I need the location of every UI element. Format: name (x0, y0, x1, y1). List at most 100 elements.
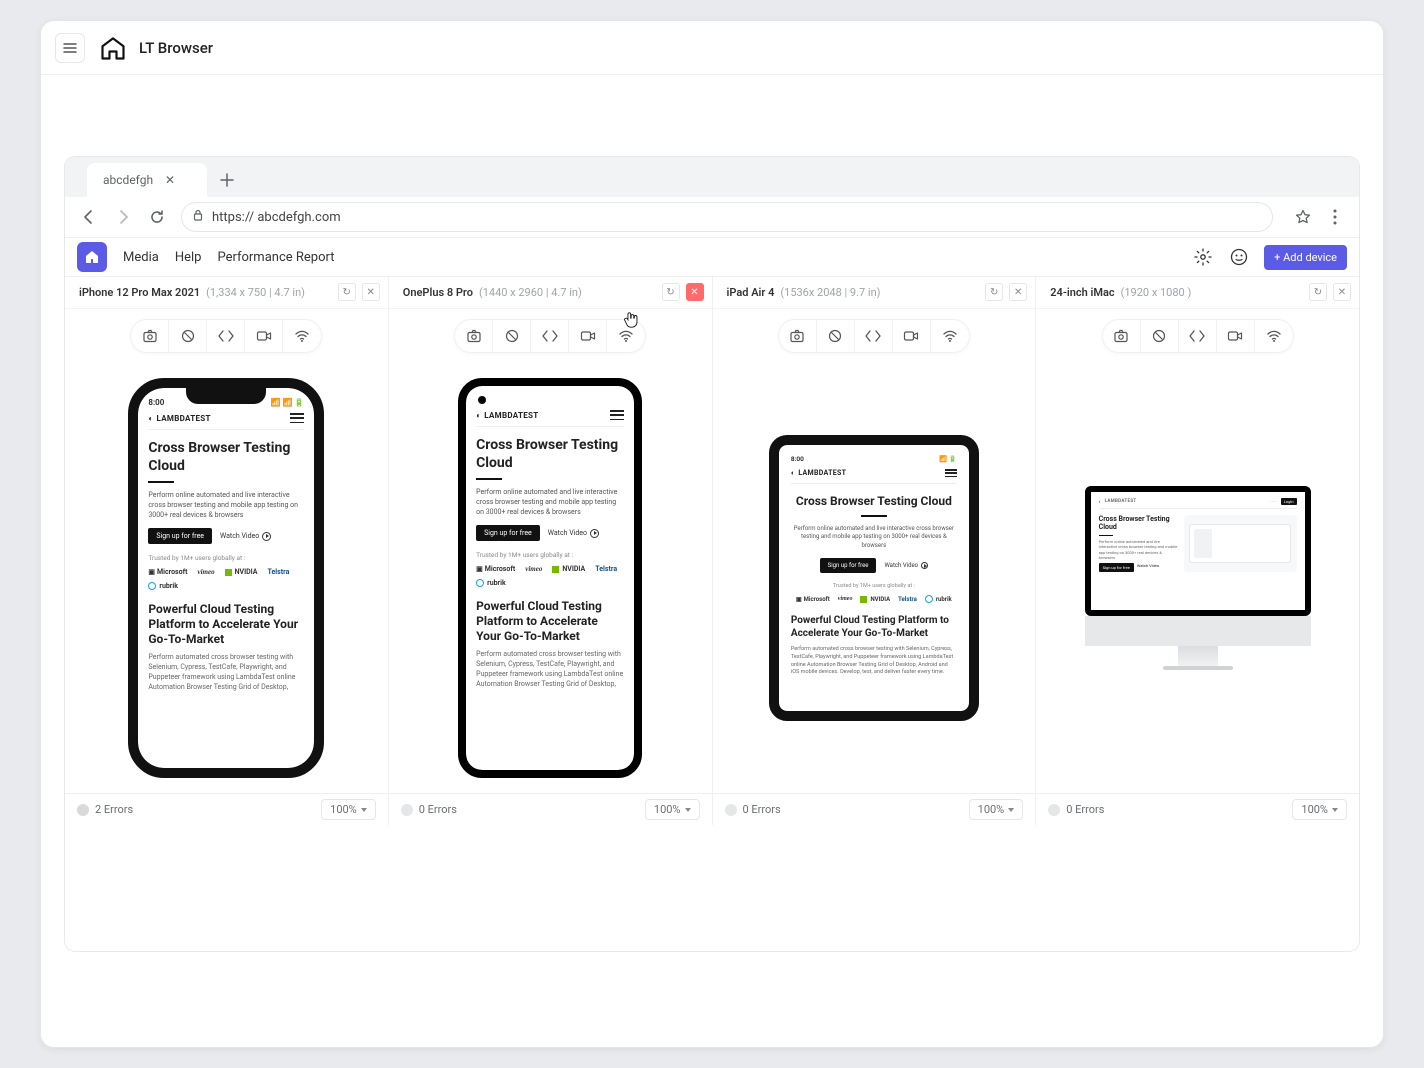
add-device-button[interactable]: + Add device (1264, 245, 1347, 270)
network-button[interactable] (931, 320, 969, 352)
device-panel-imac: 24-inch iMac (1920 x 1080 ) ↻ ✕ (1036, 277, 1359, 825)
devtools-button[interactable] (1179, 320, 1217, 352)
device-footer: 2 Errors 100% (65, 793, 388, 825)
menu-help[interactable]: Help (175, 250, 202, 265)
workspace-toolbar: Media Help Performance Report + Add devi… (65, 237, 1359, 277)
site-brand: ◐ LAMBDATEST (791, 469, 846, 477)
error-count[interactable]: 0 Errors (725, 803, 781, 816)
close-device-button[interactable]: ✕ (1009, 283, 1027, 301)
close-tab-button[interactable]: ✕ (163, 173, 177, 187)
settings-button[interactable] (1192, 246, 1214, 268)
video-icon (580, 328, 596, 344)
screenshot-button[interactable] (779, 320, 817, 352)
wifi-icon (942, 328, 958, 344)
close-device-button[interactable]: ✕ (362, 283, 380, 301)
code-icon (1188, 328, 1206, 344)
oneplus-frame[interactable]: ◐ LAMBDATEST Cross Browser Testing Cloud… (458, 378, 642, 778)
chevron-down-icon (1008, 808, 1014, 812)
block-icon (1151, 328, 1167, 344)
menu-media[interactable]: Media (123, 250, 159, 265)
zoom-select[interactable]: 100% (969, 799, 1024, 820)
block-button[interactable] (169, 320, 207, 352)
hamburger-icon (63, 41, 77, 55)
devtools-button[interactable] (855, 320, 893, 352)
camera-icon (466, 328, 482, 344)
devtools-button[interactable] (207, 320, 245, 352)
rotate-device-button[interactable]: ↻ (662, 283, 680, 301)
device-panel-iphone: iPhone 12 Pro Max 2021 (1,334 x 750 | 4.… (65, 277, 389, 825)
browser-menu-button[interactable] (1325, 207, 1345, 227)
menu-performance-report[interactable]: Performance Report (217, 250, 334, 265)
ipad-frame[interactable]: 8:00📶 🔋 ◐ LAMBDATEST Cross Browser Testi… (769, 435, 979, 721)
block-button[interactable] (1141, 320, 1179, 352)
block-button[interactable] (493, 320, 531, 352)
url-input[interactable]: https:// abcdefgh.com (181, 202, 1273, 232)
network-button[interactable] (1255, 320, 1293, 352)
camera-icon (142, 328, 158, 344)
site-content: ◐ LAMBDATEST · · · · Login Cross Browser… (1091, 492, 1305, 610)
close-device-button[interactable]: ✕ (686, 283, 704, 301)
forward-button[interactable] (113, 207, 133, 227)
back-button[interactable] (79, 207, 99, 227)
iphone-frame[interactable]: 8:00📶 📶 🔋 ◐ LAMBDATEST Cross Browser Tes… (128, 378, 324, 778)
plus-icon (220, 173, 234, 187)
network-button[interactable] (607, 320, 645, 352)
browser-tab[interactable]: abcdefgh ✕ (87, 163, 207, 197)
site-menu-icon (945, 469, 957, 477)
new-tab-button[interactable] (213, 166, 241, 194)
record-button[interactable] (1217, 320, 1255, 352)
code-icon (864, 328, 882, 344)
video-icon (903, 328, 919, 344)
imac-frame[interactable]: ◐ LAMBDATEST · · · · Login Cross Browser… (1085, 486, 1311, 670)
tab-bar: abcdefgh ✕ (65, 157, 1359, 197)
site-brand: ◐ LAMBDATEST (476, 411, 538, 420)
device-header: iPhone 12 Pro Max 2021 (1,334 x 750 | 4.… (65, 277, 388, 309)
device-footer: 0 Errors 100% (713, 793, 1036, 825)
device-toolbar (389, 309, 712, 363)
record-button[interactable] (245, 320, 283, 352)
wifi-icon (294, 328, 310, 344)
reload-button[interactable] (147, 207, 167, 227)
rotate-device-button[interactable]: ↻ (985, 283, 1003, 301)
zoom-select[interactable]: 100% (645, 799, 700, 820)
bookmark-button[interactable] (1293, 207, 1313, 227)
device-name: iPhone 12 Pro Max 2021 (79, 286, 200, 299)
screenshot-button[interactable] (1103, 320, 1141, 352)
error-count[interactable]: 0 Errors (1048, 803, 1104, 816)
rotate-device-button[interactable]: ↻ (1309, 283, 1327, 301)
device-header: OnePlus 8 Pro (1440 x 2960 | 4.7 in) ↻ ✕ (389, 277, 712, 309)
rotate-device-button[interactable]: ↻ (338, 283, 356, 301)
workspace: abcdefgh ✕ https:// abcdefgh.com (65, 157, 1359, 951)
site-menu-icon (290, 413, 304, 423)
network-button[interactable] (283, 320, 321, 352)
zoom-select[interactable]: 100% (1292, 799, 1347, 820)
record-button[interactable] (569, 320, 607, 352)
record-button[interactable] (893, 320, 931, 352)
play-icon (262, 532, 271, 541)
play-icon (921, 562, 928, 569)
device-panel-oneplus: OnePlus 8 Pro (1440 x 2960 | 4.7 in) ↻ ✕ (389, 277, 713, 825)
code-icon (541, 328, 559, 344)
block-icon (504, 328, 520, 344)
main-menu-button[interactable] (55, 33, 85, 63)
home-button[interactable] (77, 242, 107, 272)
device-header: iPad Air 4 (1536x 2048 | 9.7 in) ↻ ✕ (713, 277, 1036, 309)
zoom-select[interactable]: 100% (321, 799, 376, 820)
error-count[interactable]: 2 Errors (77, 803, 133, 816)
screenshot-button[interactable] (131, 320, 169, 352)
url-text: https:// abcdefgh.com (212, 210, 341, 225)
lock-icon (192, 209, 204, 225)
block-icon (180, 328, 196, 344)
face-icon (1230, 248, 1248, 266)
screenshot-button[interactable] (455, 320, 493, 352)
device-footer: 0 Errors 100% (389, 793, 712, 825)
block-button[interactable] (817, 320, 855, 352)
close-device-button[interactable]: ✕ (1333, 283, 1351, 301)
error-count[interactable]: 0 Errors (401, 803, 457, 816)
device-preview: 8:00📶 🔋 ◐ LAMBDATEST Cross Browser Testi… (713, 363, 1036, 793)
profile-button[interactable] (1228, 246, 1250, 268)
devtools-button[interactable] (531, 320, 569, 352)
video-icon (256, 328, 272, 344)
device-spec: (1,334 x 750 | 4.7 in) (206, 286, 305, 299)
device-spec: (1440 x 2960 | 4.7 in) (479, 286, 582, 299)
